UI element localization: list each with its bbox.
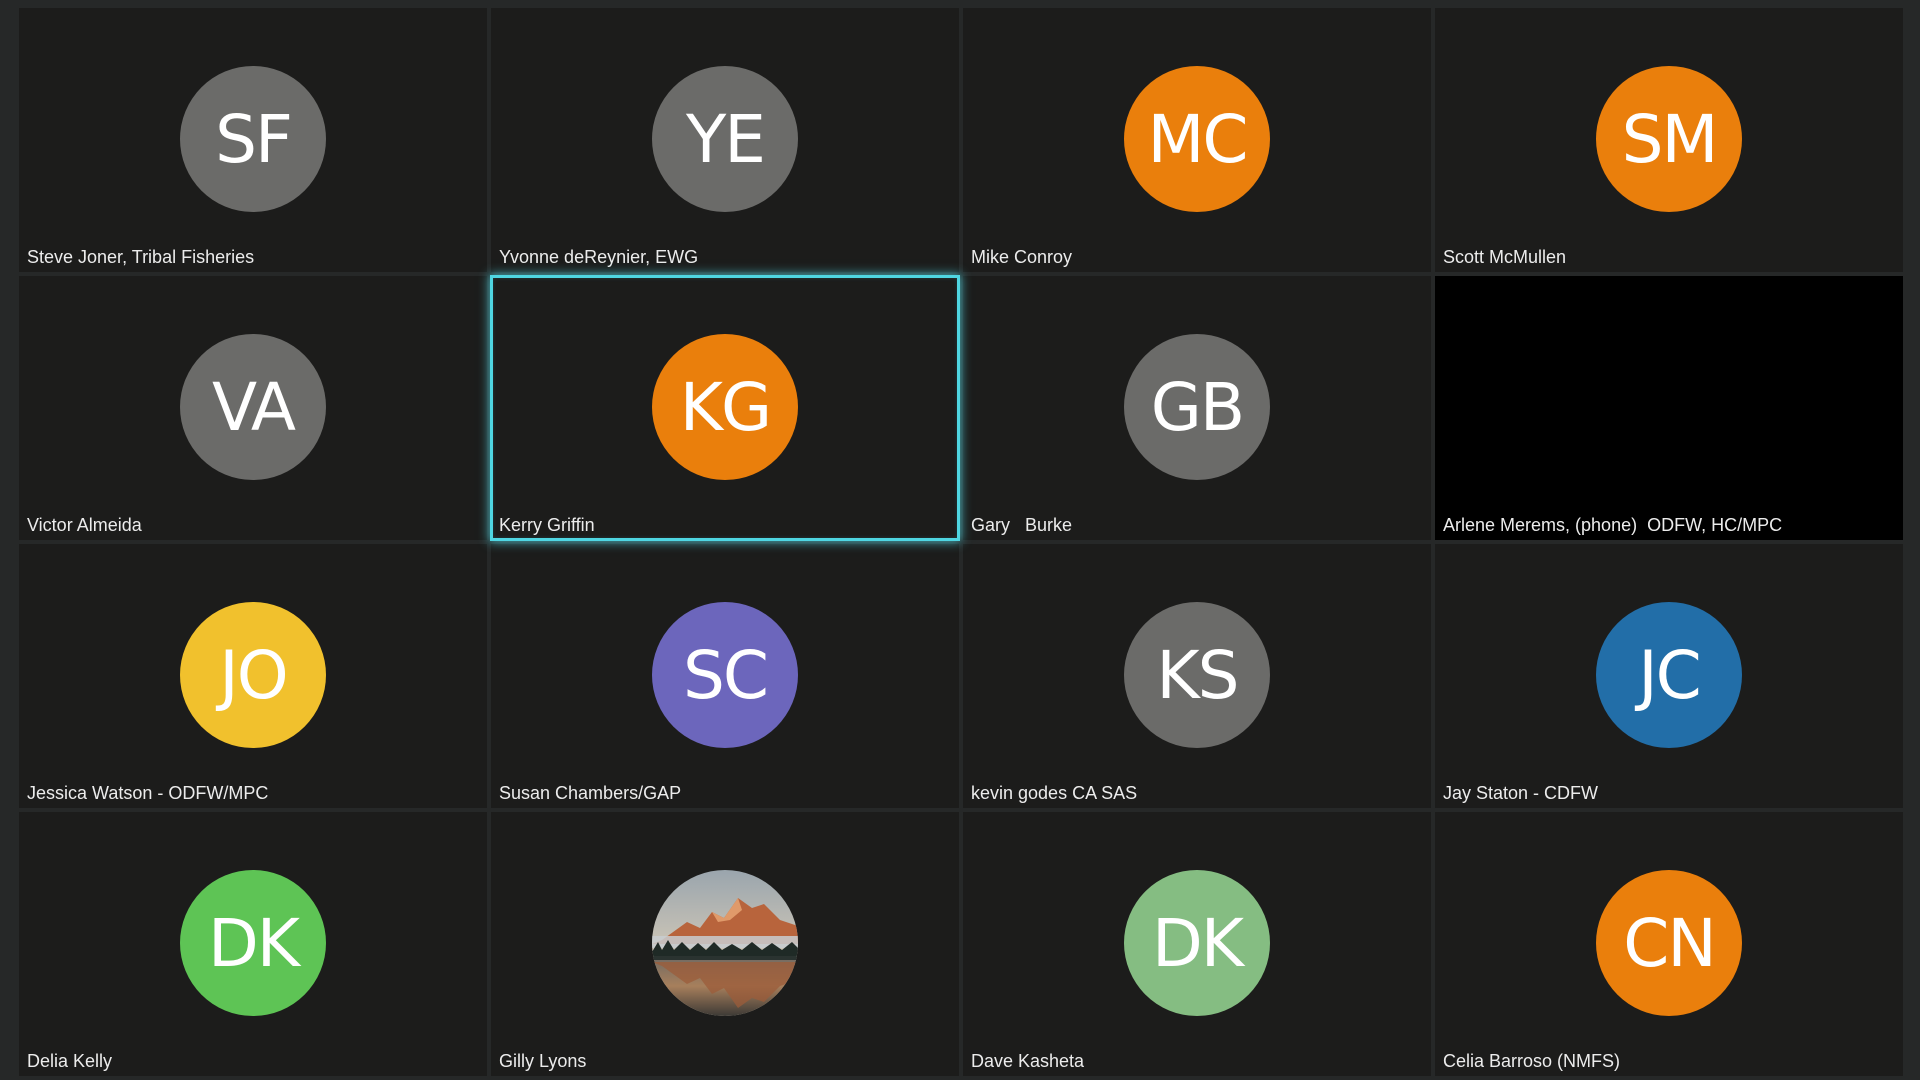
participant-tile[interactable]: DK Dave Kasheta xyxy=(963,812,1431,1076)
participant-tile[interactable]: SM Scott McMullen xyxy=(1435,8,1903,272)
participant-tile[interactable]: VA Victor Almeida xyxy=(19,276,487,540)
participant-name: Gary Burke xyxy=(971,515,1073,535)
avatar: VA xyxy=(180,334,326,480)
participant-tile-no-video[interactable]: Arlene Merems, (phone) ODFW, HC/MPC xyxy=(1435,276,1903,540)
avatar-initials: DK xyxy=(1151,905,1244,982)
avatar: JC xyxy=(1596,602,1742,748)
participant-grid: SF Steve Joner, Tribal Fisheries YE Yvon… xyxy=(19,8,1903,1076)
participant-name: Steve Joner, Tribal Fisheries xyxy=(27,247,255,267)
avatar-initials: SM xyxy=(1621,101,1719,178)
avatar: DK xyxy=(180,870,326,1016)
participant-name: Jay Staton - CDFW xyxy=(1443,783,1599,803)
avatar-initials: JO xyxy=(219,637,288,714)
avatar: KS xyxy=(1124,602,1270,748)
participant-tile[interactable]: JO Jessica Watson - ODFW/MPC xyxy=(19,544,487,808)
avatar: YE xyxy=(652,66,798,212)
participant-name: Delia Kelly xyxy=(27,1051,113,1071)
participant-name: Jessica Watson - ODFW/MPC xyxy=(27,783,269,803)
participant-tile[interactable]: SC Susan Chambers/GAP xyxy=(491,544,959,808)
participant-tile[interactable]: SF Steve Joner, Tribal Fisheries xyxy=(19,8,487,272)
avatar: SC xyxy=(652,602,798,748)
participant-name: Kerry Griffin xyxy=(499,515,595,535)
avatar: CN xyxy=(1596,870,1742,1016)
participant-tile[interactable]: GB Gary Burke xyxy=(963,276,1431,540)
avatar-initials: JC xyxy=(1638,637,1702,714)
avatar: MC xyxy=(1124,66,1270,212)
participant-name: Celia Barroso (NMFS) xyxy=(1443,1051,1621,1071)
avatar: KG xyxy=(652,334,798,480)
avatar-initials: SC xyxy=(683,637,769,714)
participant-name: Yvonne deReynier, EWG xyxy=(499,247,699,267)
participant-tile[interactable]: DK Delia Kelly xyxy=(19,812,487,1076)
avatar-initials: KS xyxy=(1156,637,1239,714)
avatar-initials: SF xyxy=(215,101,293,178)
participant-name: Victor Almeida xyxy=(27,515,142,535)
mountain-lake-photo-avatar xyxy=(652,870,798,1016)
participant-name: Scott McMullen xyxy=(1443,247,1567,267)
avatar: DK xyxy=(1124,870,1270,1016)
participant-tile[interactable]: Gilly Lyons xyxy=(491,812,959,1076)
participant-name: Susan Chambers/GAP xyxy=(499,783,682,803)
avatar-initials: CN xyxy=(1623,905,1716,982)
avatar: SF xyxy=(180,66,326,212)
participant-name: kevin godes CA SAS xyxy=(971,783,1138,803)
participant-tile[interactable]: YE Yvonne deReynier, EWG xyxy=(491,8,959,272)
avatar-initials: GB xyxy=(1150,369,1245,446)
mountain-lake-photo xyxy=(652,870,798,1016)
avatar-initials: KG xyxy=(679,369,772,446)
avatar: SM xyxy=(1596,66,1742,212)
participant-name: Gilly Lyons xyxy=(499,1051,587,1071)
participant-name: Dave Kasheta xyxy=(971,1051,1085,1071)
avatar-initials: DK xyxy=(207,905,300,982)
participant-tile[interactable]: JC Jay Staton - CDFW xyxy=(1435,544,1903,808)
avatar-initials: YE xyxy=(685,101,766,178)
participant-name: Mike Conroy xyxy=(971,247,1073,267)
avatar: JO xyxy=(180,602,326,748)
participant-tile-active-speaker[interactable]: KG Kerry Griffin xyxy=(490,275,960,541)
avatar-initials: MC xyxy=(1147,101,1248,178)
avatar: GB xyxy=(1124,334,1270,480)
participant-tile[interactable]: KS kevin godes CA SAS xyxy=(963,544,1431,808)
participant-tile[interactable]: CN Celia Barroso (NMFS) xyxy=(1435,812,1903,1076)
avatar-initials: VA xyxy=(211,369,296,446)
participant-tile[interactable]: MC Mike Conroy xyxy=(963,8,1431,272)
participant-name: Arlene Merems, (phone) ODFW, HC/MPC xyxy=(1443,515,1783,535)
